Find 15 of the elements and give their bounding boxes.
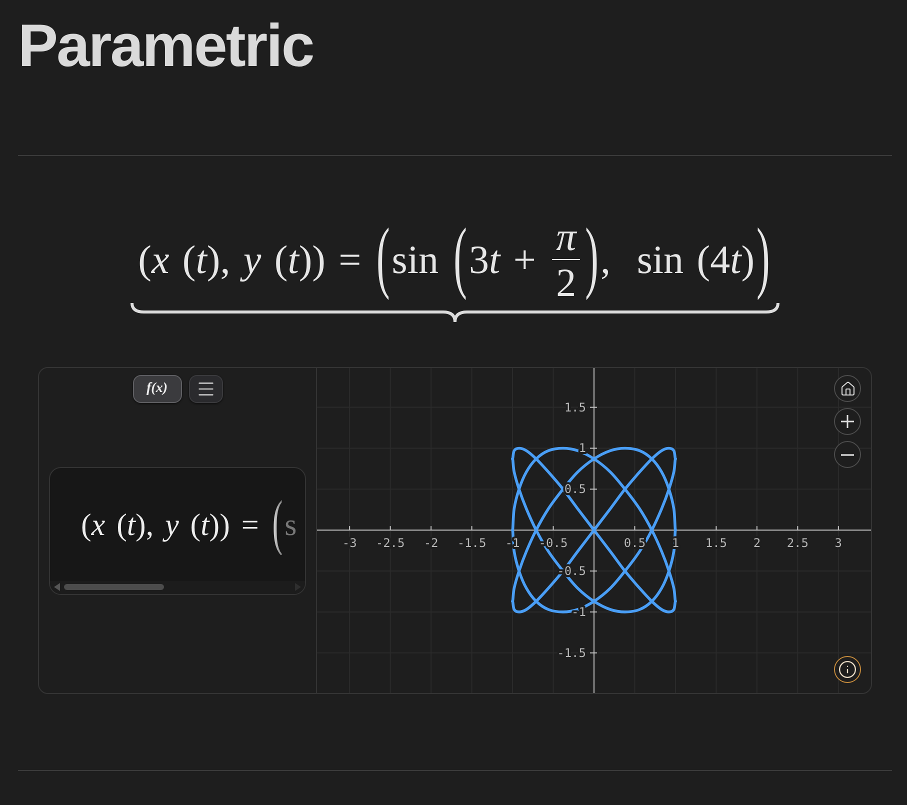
- tick-label: 1.5: [564, 400, 586, 414]
- tick-label: 1: [578, 441, 586, 456]
- tick-label: 2: [753, 536, 761, 550]
- tick-label: 0.5: [564, 482, 586, 496]
- tick-label: -1.5: [557, 646, 586, 660]
- tick-label: -2: [424, 536, 438, 550]
- page-title: Parametric: [18, 16, 314, 76]
- tick-label: -3: [342, 536, 357, 550]
- tick-label: 1.5: [705, 536, 728, 550]
- tick-label: 1: [672, 536, 680, 550]
- tick-label: 3: [834, 536, 842, 550]
- tick-label: -1.5: [457, 536, 486, 550]
- expression: (x (t), y (t)) = (s: [81, 493, 298, 555]
- tick-label: 2.5: [786, 536, 809, 550]
- tick-label: -2.5: [376, 536, 405, 550]
